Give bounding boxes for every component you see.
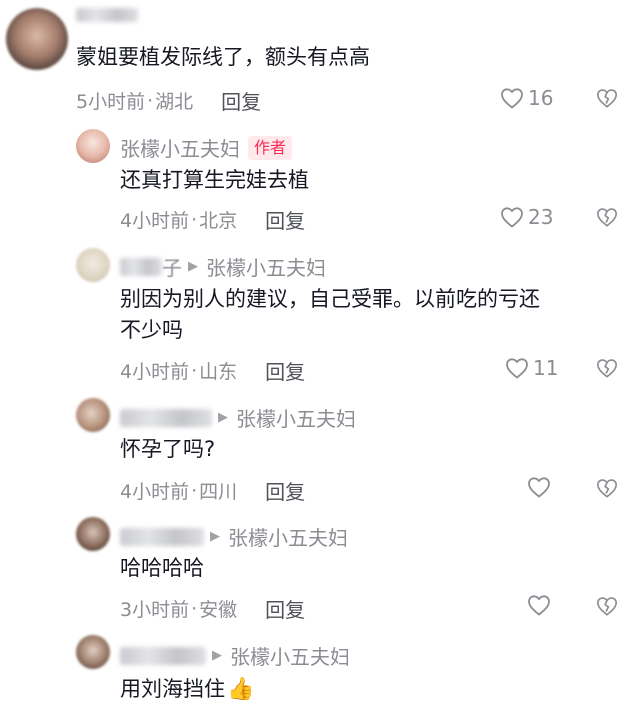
heart-outline-icon (528, 595, 550, 616)
heart-outline-icon (501, 88, 523, 109)
triangle-right-icon: ▶ (218, 410, 228, 425)
timestamp: 4小时前 (120, 481, 190, 503)
commenter-name[interactable]: ▶ 张檬小五夫妇 (120, 522, 348, 551)
comment-meta: 4小时前 · 北京 回复 (120, 205, 305, 234)
comment-text: 用刘海挡住👍 (120, 672, 254, 707)
separator: · (191, 597, 198, 620)
location: 安徽 (199, 599, 238, 621)
heart-outline-icon (528, 477, 550, 498)
like-button[interactable] (527, 476, 551, 498)
avatar[interactable] (76, 635, 110, 669)
reply-button[interactable]: 回复 (265, 205, 305, 234)
like-button[interactable]: 11 (505, 356, 558, 380)
commenter-name-blurred[interactable] (76, 8, 138, 22)
reply-to-name[interactable]: 张檬小五夫妇 (206, 252, 326, 281)
comment-text: 不少吗 (120, 318, 183, 342)
like-button[interactable] (527, 594, 551, 616)
dislike-button[interactable] (596, 477, 618, 503)
dislike-button[interactable] (596, 87, 618, 113)
broken-heart-icon (597, 479, 617, 498)
broken-heart-icon (597, 597, 617, 616)
avatar[interactable] (76, 248, 110, 282)
comment-meta: 4小时前 · 山东 回复 (120, 356, 305, 385)
like-count: 23 (528, 205, 554, 229)
reply-button[interactable]: 回复 (265, 356, 305, 385)
triangle-right-icon: ▶ (212, 648, 222, 663)
heart-outline-icon (501, 207, 523, 228)
dislike-button[interactable] (596, 595, 618, 621)
location: 山东 (199, 361, 238, 383)
comment-meta: 5小时前 · 湖北 回复 (76, 86, 261, 115)
like-button[interactable]: 16 (500, 86, 553, 110)
comment-text: 还真打算生完娃去植 (120, 168, 309, 192)
location: 北京 (199, 210, 238, 232)
location: 四川 (199, 481, 238, 503)
reply-to-name[interactable]: 张檬小五夫妇 (236, 403, 356, 432)
separator: · (191, 208, 198, 231)
triangle-right-icon: ▶ (188, 259, 198, 274)
comment-text: 怀孕了吗? (120, 437, 216, 461)
reply-button[interactable]: 回复 (265, 594, 305, 623)
broken-heart-icon (597, 89, 617, 108)
timestamp: 3小时前 (120, 599, 190, 621)
commenter-name[interactable]: ▶ 张檬小五夫妇 (120, 641, 350, 670)
broken-heart-icon (597, 208, 617, 227)
broken-heart-icon (597, 359, 617, 378)
like-count: 11 (533, 356, 559, 380)
dislike-button[interactable] (596, 206, 618, 232)
separator: · (191, 479, 198, 502)
comment-text: 哈哈哈哈 (120, 556, 204, 580)
reply-to-name[interactable]: 张檬小五夫妇 (228, 522, 348, 551)
reply-to-name[interactable]: 张檬小五夫妇 (230, 641, 350, 670)
comment-meta: 3小时前 · 安徽 回复 (120, 594, 305, 623)
timestamp: 4小时前 (120, 361, 190, 383)
dislike-button[interactable] (596, 357, 618, 383)
reply-button[interactable]: 回复 (265, 476, 305, 505)
separator: · (191, 359, 198, 382)
comment-text: 别因为别人的建议，自己受罪。以前吃的亏还 (120, 287, 540, 311)
separator: · (147, 89, 154, 112)
like-button[interactable]: 23 (500, 205, 553, 229)
triangle-right-icon: ▶ (210, 529, 220, 544)
location: 湖北 (155, 91, 194, 113)
avatar[interactable] (76, 398, 110, 432)
avatar[interactable] (76, 129, 110, 163)
author-badge: 作者 (248, 135, 293, 160)
like-count: 16 (528, 86, 554, 110)
reply-button[interactable]: 回复 (221, 86, 261, 115)
heart-outline-icon (506, 358, 528, 379)
thumbs-up-emoji: 👍 (227, 677, 255, 702)
commenter-name[interactable]: 子 ▶ 张檬小五夫妇 (120, 252, 326, 281)
avatar[interactable] (6, 8, 68, 70)
avatar[interactable] (76, 517, 110, 551)
comment-meta: 4小时前 · 四川 回复 (120, 476, 305, 505)
commenter-name[interactable]: ▶ 张檬小五夫妇 (120, 403, 356, 432)
timestamp: 4小时前 (120, 210, 190, 232)
timestamp: 5小时前 (76, 91, 146, 113)
comment-text: 蒙姐要植发际线了，额头有点高 (76, 45, 370, 69)
author-name[interactable]: 张檬小五夫妇 作者 (120, 133, 293, 162)
